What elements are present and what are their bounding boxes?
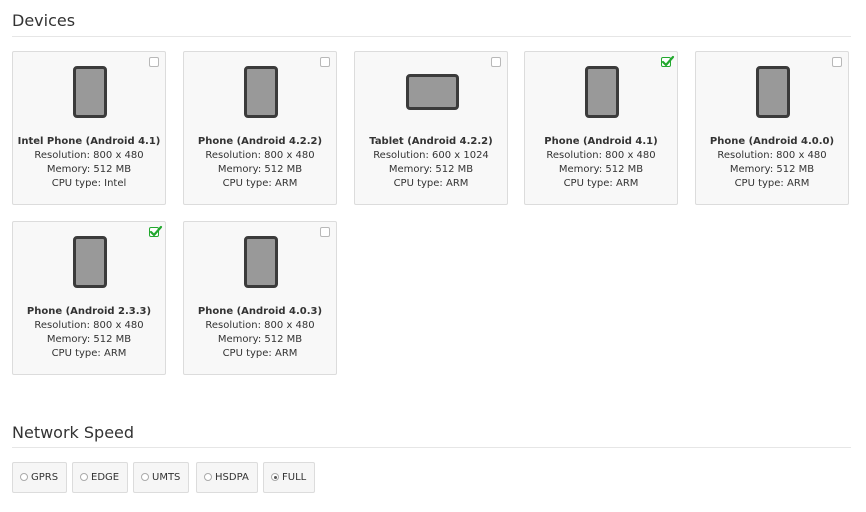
device-card[interactable]: Tablet (Android 4.2.2) Resolution: 600 x…: [354, 51, 508, 205]
device-cpu: CPU type: Intel: [51, 178, 127, 189]
phone-icon: [244, 66, 278, 118]
device-image: [696, 66, 848, 118]
network-speed-divider: [12, 447, 851, 448]
device-image: [184, 66, 336, 118]
device-resolution: Resolution: 800 x 480: [34, 150, 144, 161]
device-memory: Memory: 512 MB: [46, 334, 132, 345]
device-cpu: CPU type: ARM: [563, 178, 639, 189]
network-speed-label: GPRS: [31, 472, 59, 483]
device-resolution: Resolution: 800 x 480: [34, 320, 144, 331]
device-memory: Memory: 512 MB: [46, 164, 132, 175]
network-speed-label: EDGE: [91, 472, 120, 483]
phone-icon: [244, 236, 278, 288]
device-image: [355, 66, 507, 118]
device-card[interactable]: Phone (Android 4.0.3) Resolution: 800 x …: [183, 221, 337, 375]
device-name: Phone (Android 4.0.0): [709, 136, 835, 147]
device-name: Intel Phone (Android 4.1): [17, 136, 161, 147]
device-name: Tablet (Android 4.2.2): [369, 136, 493, 147]
device-cpu: CPU type: ARM: [51, 348, 127, 359]
device-name: Phone (Android 4.2.2): [197, 136, 323, 147]
device-cpu: CPU type: ARM: [393, 178, 469, 189]
device-image: [525, 66, 677, 118]
device-resolution: Resolution: 800 x 480: [205, 320, 315, 331]
device-image: [13, 236, 165, 288]
phone-icon: [585, 66, 619, 118]
network-speed-section-title: Network Speed: [12, 423, 135, 442]
tablet-icon: [406, 74, 459, 110]
radio-button-selected[interactable]: [271, 473, 279, 481]
device-cpu: CPU type: ARM: [222, 178, 298, 189]
radio-button[interactable]: [80, 473, 88, 481]
network-speed-label: HSDPA: [215, 472, 249, 483]
device-card[interactable]: Phone (Android 2.3.3) Resolution: 800 x …: [12, 221, 166, 375]
phone-icon: [756, 66, 790, 118]
device-image: [184, 236, 336, 288]
phone-icon: [73, 66, 107, 118]
device-memory: Memory: 512 MB: [558, 164, 644, 175]
device-grid: Intel Phone (Android 4.1) Resolution: 80…: [0, 0, 866, 400]
device-memory: Memory: 512 MB: [729, 164, 815, 175]
device-card[interactable]: Intel Phone (Android 4.1) Resolution: 80…: [12, 51, 166, 205]
device-name: Phone (Android 4.1): [544, 136, 658, 147]
radio-button[interactable]: [141, 473, 149, 481]
device-resolution: Resolution: 600 x 1024: [373, 150, 489, 161]
network-speed-option-full[interactable]: FULL: [263, 462, 316, 493]
radio-button[interactable]: [20, 473, 28, 481]
device-name: Phone (Android 2.3.3): [26, 306, 152, 317]
device-memory: Memory: 512 MB: [217, 334, 303, 345]
radio-button[interactable]: [204, 473, 212, 481]
network-speed-option-umts[interactable]: UMTS: [133, 462, 190, 493]
device-card[interactable]: Phone (Android 4.2.2) Resolution: 800 x …: [183, 51, 337, 205]
device-image: [13, 66, 165, 118]
network-speed-label: FULL: [282, 472, 307, 483]
phone-icon: [73, 236, 107, 288]
device-memory: Memory: 512 MB: [217, 164, 303, 175]
device-resolution: Resolution: 800 x 480: [546, 150, 656, 161]
device-cpu: CPU type: ARM: [222, 348, 298, 359]
device-resolution: Resolution: 800 x 480: [717, 150, 827, 161]
network-speed-option-hsdpa[interactable]: HSDPA: [196, 462, 258, 493]
device-memory: Memory: 512 MB: [388, 164, 474, 175]
network-speed-option-gprs[interactable]: GPRS: [12, 462, 68, 493]
network-speed-label: UMTS: [152, 472, 181, 483]
device-name: Phone (Android 4.0.3): [197, 306, 323, 317]
device-resolution: Resolution: 800 x 480: [205, 150, 315, 161]
device-card[interactable]: Phone (Android 4.0.0) Resolution: 800 x …: [695, 51, 849, 205]
device-card[interactable]: Phone (Android 4.1) Resolution: 800 x 48…: [524, 51, 678, 205]
network-speed-option-edge[interactable]: EDGE: [72, 462, 129, 493]
device-cpu: CPU type: ARM: [734, 178, 810, 189]
